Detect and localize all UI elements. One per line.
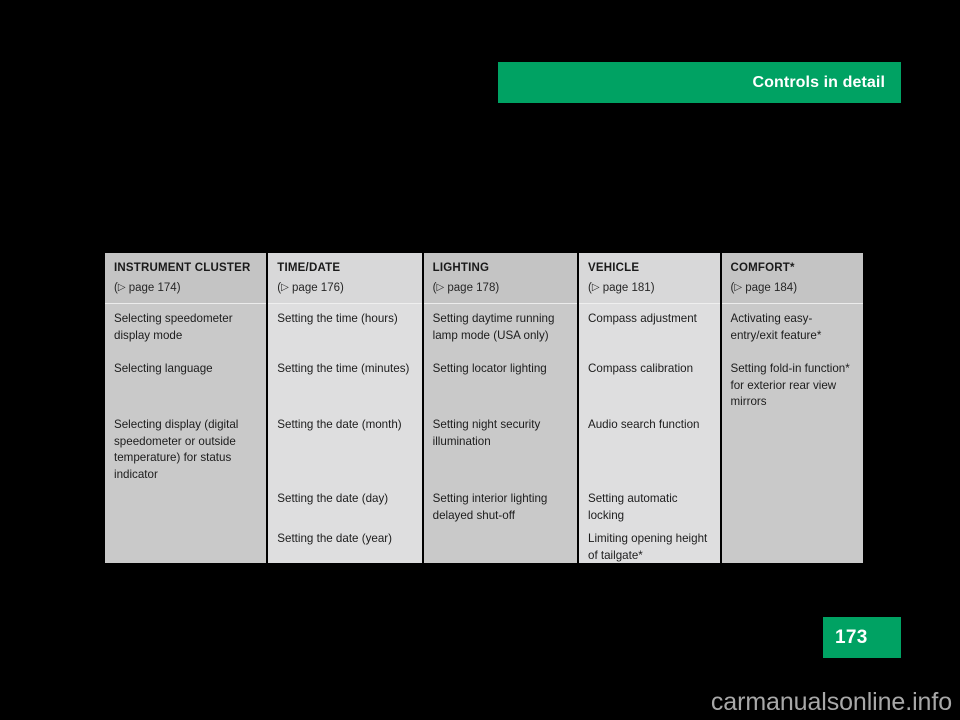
table-column-instrument-cluster: INSTRUMENT CLUSTER (▷ page 174) Selectin… xyxy=(105,253,267,563)
table-column-time-date: TIME/DATE (▷ page 176) Setting the time … xyxy=(268,253,422,563)
page-number-badge: 173 xyxy=(823,617,901,658)
column-page-reference[interactable]: (▷ page 178) xyxy=(433,281,568,295)
list-item[interactable]: Setting the date (day) xyxy=(277,491,414,508)
page-reference-triangle-icon: ▷ xyxy=(117,282,126,293)
list-item[interactable]: Activating easy-entry/exit feature* xyxy=(731,311,857,344)
list-item[interactable]: Setting interior lighting delayed shut-o… xyxy=(433,491,570,524)
column-header: COMFORT* (▷ page 184) xyxy=(721,253,863,303)
column-header: INSTRUMENT CLUSTER (▷ page 174) xyxy=(105,253,267,303)
column-page-reference[interactable]: (▷ page 184) xyxy=(731,281,855,295)
column-header: LIGHTING (▷ page 178) xyxy=(423,253,578,303)
site-watermark: carmanualsonline.info xyxy=(710,688,952,716)
list-item[interactable]: Setting daytime running lamp mode (USA o… xyxy=(433,311,570,344)
page-reference-triangle-icon: ▷ xyxy=(281,282,289,293)
list-item[interactable]: Compass adjustment xyxy=(588,311,713,328)
list-item[interactable]: Setting the time (minutes) xyxy=(277,361,414,378)
column-title: LIGHTING xyxy=(432,262,490,274)
list-item[interactable]: Compass calibration xyxy=(588,361,713,378)
column-body: Selecting speedometer display mode Selec… xyxy=(105,304,266,563)
column-title: TIME/DATE xyxy=(277,262,341,274)
column-page-reference[interactable]: (▷ page 176) xyxy=(277,281,412,295)
list-item[interactable]: Selecting speedometer display mode xyxy=(114,311,259,344)
column-title: COMFORT* xyxy=(730,262,795,274)
column-body: Compass adjustment Compass calibration A… xyxy=(579,304,720,563)
page-ref-text: page 184) xyxy=(742,282,798,294)
page-number: 173 xyxy=(835,626,868,648)
page-reference-triangle-icon: ▷ xyxy=(734,282,743,293)
column-header: VEHICLE (▷ page 181) xyxy=(579,253,720,303)
page-reference-triangle-icon: ▷ xyxy=(436,282,445,293)
chapter-title: Controls in detail xyxy=(752,73,885,91)
list-item[interactable]: Setting the date (month) xyxy=(277,417,414,434)
list-item[interactable]: Setting the date (year) xyxy=(277,531,414,548)
page-ref-text: page 176) xyxy=(288,282,344,294)
list-item[interactable]: Setting automatic locking xyxy=(588,491,713,524)
column-body: Setting daytime running lamp mode (USA o… xyxy=(424,304,577,563)
column-page-reference[interactable]: (▷ page 181) xyxy=(588,281,711,295)
column-title: INSTRUMENT CLUSTER xyxy=(114,262,251,274)
table-column-vehicle: VEHICLE (▷ page 181) Compass adjustment … xyxy=(579,253,720,563)
list-item[interactable]: Setting locator lighting xyxy=(433,361,570,378)
page-ref-text: page 178) xyxy=(444,282,500,294)
list-item[interactable]: Limiting opening height of tailgate* xyxy=(588,531,713,564)
list-item[interactable]: Setting the time (hours) xyxy=(277,311,414,328)
table-column-comfort: COMFORT* (▷ page 184) Activating easy-en… xyxy=(721,253,864,563)
table-column-lighting: LIGHTING (▷ page 178) Setting daytime ru… xyxy=(423,253,578,563)
page-reference-triangle-icon: ▷ xyxy=(591,282,600,293)
column-title: VEHICLE xyxy=(588,262,640,274)
page-ref-text: page 174) xyxy=(125,282,181,294)
list-item[interactable]: Setting fold-in function* for exterior r… xyxy=(731,361,857,411)
column-body: Activating easy-entry/exit feature* Sett… xyxy=(722,304,864,563)
list-item[interactable]: Selecting language xyxy=(114,361,259,378)
chapter-header-banner: Controls in detail xyxy=(498,62,901,103)
list-item[interactable]: Setting night security illumination xyxy=(433,417,570,450)
list-item[interactable]: Selecting display (digital speedometer o… xyxy=(114,417,259,483)
list-item[interactable]: Audio search function xyxy=(588,417,713,434)
controls-reference-table: INSTRUMENT CLUSTER (▷ page 174) Selectin… xyxy=(105,253,863,563)
column-page-reference[interactable]: (▷ page 174) xyxy=(114,281,257,295)
column-body: Setting the time (hours) Setting the tim… xyxy=(268,304,421,563)
column-header: TIME/DATE (▷ page 176) xyxy=(268,253,422,303)
page-ref-text: page 181) xyxy=(599,282,655,294)
